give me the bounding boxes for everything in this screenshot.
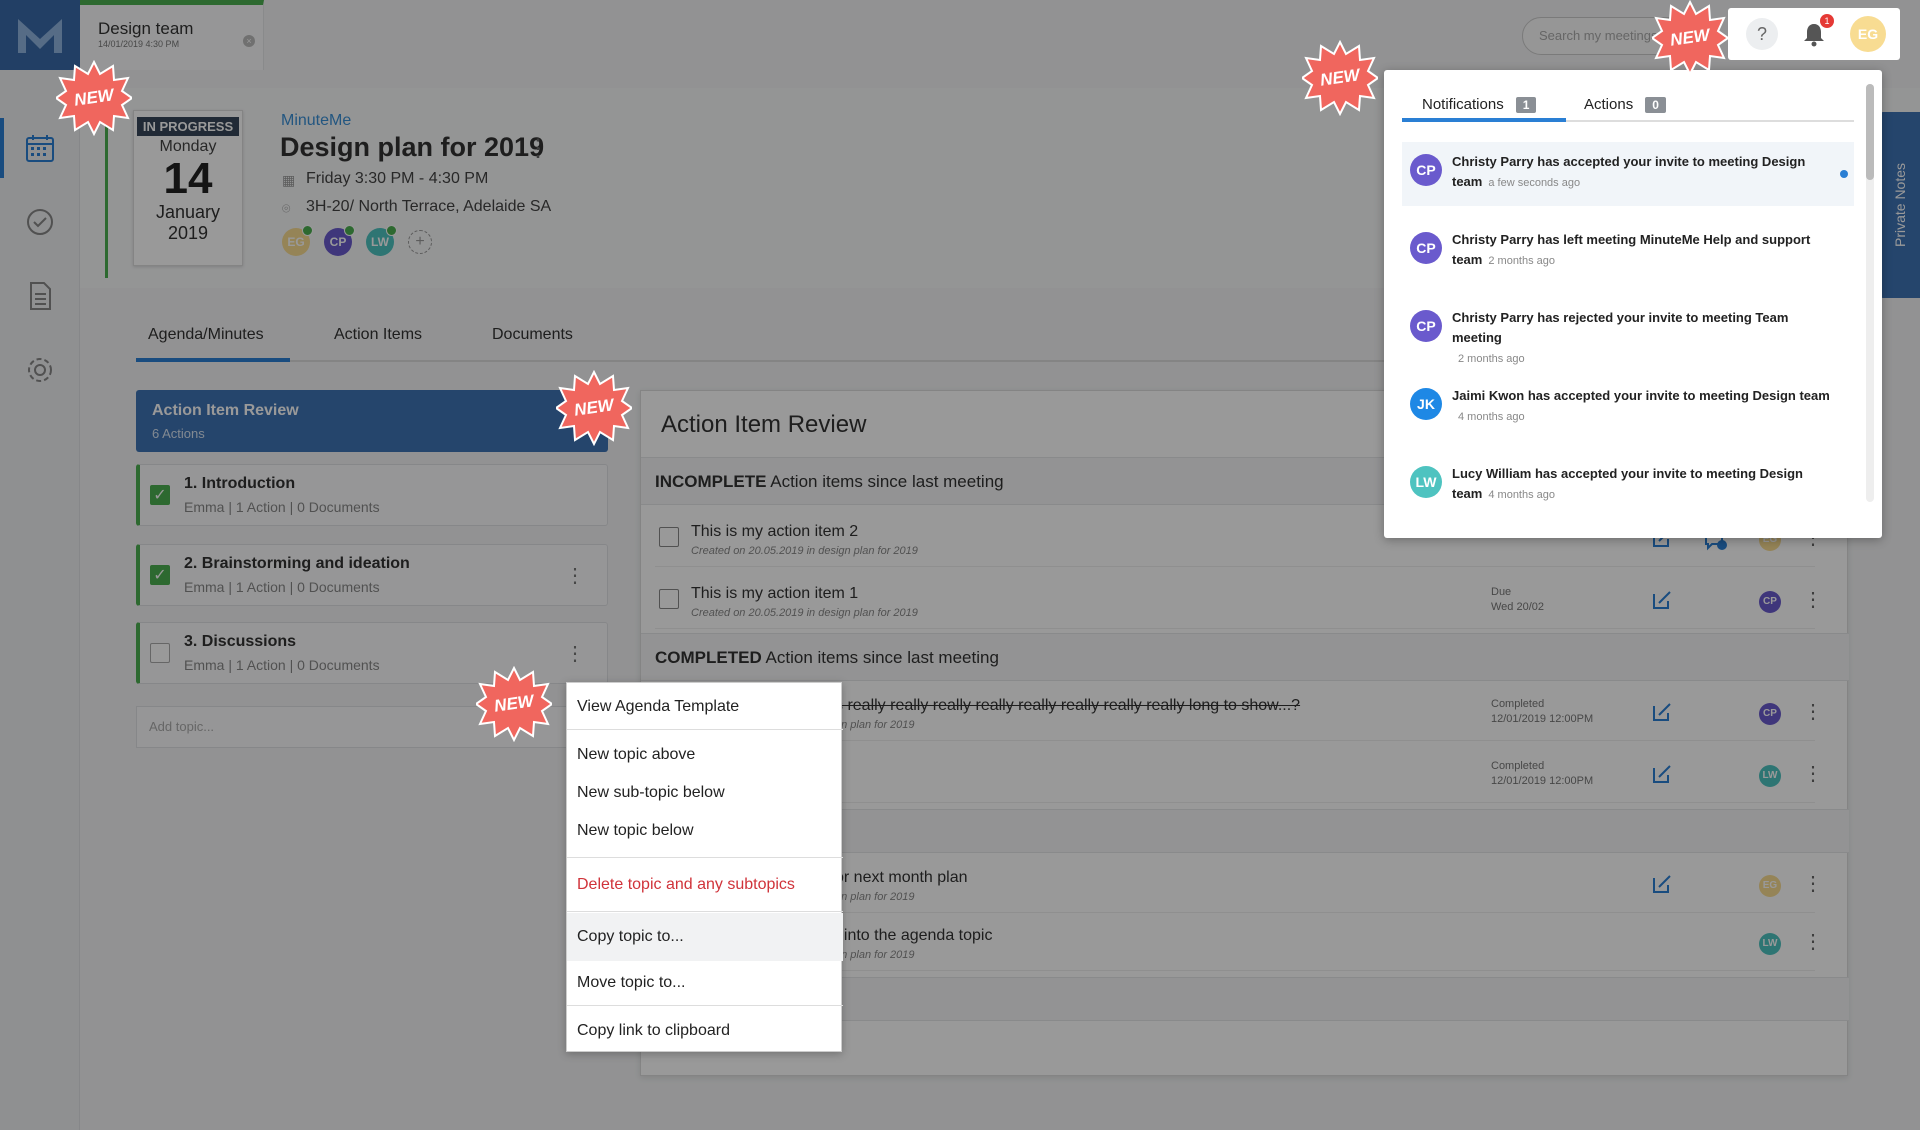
menu-new-topic-below[interactable]: New topic below — [567, 811, 843, 851]
menu-delete-topic[interactable]: Delete topic and any subtopics — [567, 865, 843, 905]
scrollbar-thumb[interactable] — [1866, 84, 1874, 180]
notification-item[interactable]: JK Jaimi Kwon has accepted your invite t… — [1402, 376, 1854, 440]
notification-avatar: LW — [1410, 466, 1442, 498]
menu-view-agenda-template[interactable]: View Agenda Template — [567, 687, 843, 727]
menu-divider — [567, 729, 843, 730]
notification-text: Christy Parry has left meeting MinuteMe … — [1452, 230, 1832, 271]
notification-avatar: CP — [1410, 154, 1442, 186]
menu-divider — [567, 911, 843, 912]
notification-text: Jaimi Kwon has accepted your invite to m… — [1452, 386, 1832, 427]
notifications-scrollbar[interactable] — [1866, 84, 1874, 502]
tab-actions[interactable]: Actions 0 — [1584, 96, 1666, 113]
notification-message: Christy Parry has rejected your invite t… — [1452, 310, 1789, 345]
new-badge-label: NEW — [72, 85, 115, 110]
new-badge-label: NEW — [1668, 25, 1711, 50]
notification-text: Lucy William has accepted your invite to… — [1452, 464, 1832, 504]
new-feature-badge: NEW — [556, 370, 632, 446]
menu-divider — [567, 1005, 843, 1006]
active-tab-indicator — [1402, 118, 1566, 122]
new-badge-label: NEW — [572, 395, 615, 420]
actions-count-badge: 0 — [1645, 97, 1666, 113]
notification-time: 4 months ago — [1458, 411, 1525, 423]
help-button[interactable]: ? — [1746, 18, 1778, 50]
notification-avatar: CP — [1410, 310, 1442, 342]
menu-copy-topic-to[interactable]: Copy topic to... — [567, 913, 843, 961]
topbar-actions: ? 1 EG — [1728, 8, 1900, 60]
new-badge-label: NEW — [492, 691, 535, 716]
new-badge-label: NEW — [1318, 65, 1361, 90]
menu-divider — [567, 857, 843, 858]
menu-move-topic-to[interactable]: Move topic to... — [567, 963, 843, 1003]
topic-context-menu: View Agenda Template New topic above New… — [566, 682, 843, 1052]
tab-notifications-label: Notifications — [1422, 96, 1504, 113]
notification-time: 2 months ago — [1458, 353, 1525, 365]
notification-time: 2 months ago — [1488, 255, 1556, 267]
notification-item[interactable]: LW Lucy William has accepted your invite… — [1402, 454, 1854, 504]
unread-dot — [1840, 170, 1848, 178]
menu-new-topic-above[interactable]: New topic above — [567, 735, 843, 775]
notification-message: Jaimi Kwon has accepted your invite to m… — [1452, 388, 1830, 403]
notification-avatar: JK — [1410, 388, 1442, 420]
tab-actions-label: Actions — [1584, 96, 1634, 113]
new-feature-badge: NEW — [476, 666, 552, 742]
notification-avatar: CP — [1410, 232, 1442, 264]
menu-new-subtopic-below[interactable]: New sub-topic below — [567, 773, 843, 813]
new-feature-badge: NEW — [1302, 40, 1378, 116]
notification-text: Christy Parry has rejected your invite t… — [1452, 308, 1832, 369]
notification-item[interactable]: CP Christy Parry has accepted your invit… — [1402, 142, 1854, 206]
new-feature-badge: NEW — [1652, 0, 1728, 76]
notification-time: a few seconds ago — [1488, 177, 1581, 189]
notification-time: 4 months ago — [1488, 489, 1556, 501]
notification-item[interactable]: CP Christy Parry has left meeting Minute… — [1402, 220, 1854, 284]
notification-count-badge: 1 — [1820, 14, 1834, 28]
notification-item[interactable]: CP Christy Parry has rejected your invit… — [1402, 298, 1854, 365]
notifications-count-badge: 1 — [1515, 97, 1537, 113]
notifications-popup: Notifications 1 Actions 0 CP Christy Parry… — [1384, 70, 1882, 538]
tab-notifications[interactable]: Notifications 1 — [1422, 96, 1537, 113]
new-feature-badge: NEW — [56, 60, 132, 136]
user-avatar[interactable]: EG — [1850, 16, 1886, 52]
notification-text: Christy Parry has accepted your invite t… — [1452, 152, 1832, 193]
menu-copy-link[interactable]: Copy link to clipboard — [567, 1011, 843, 1051]
